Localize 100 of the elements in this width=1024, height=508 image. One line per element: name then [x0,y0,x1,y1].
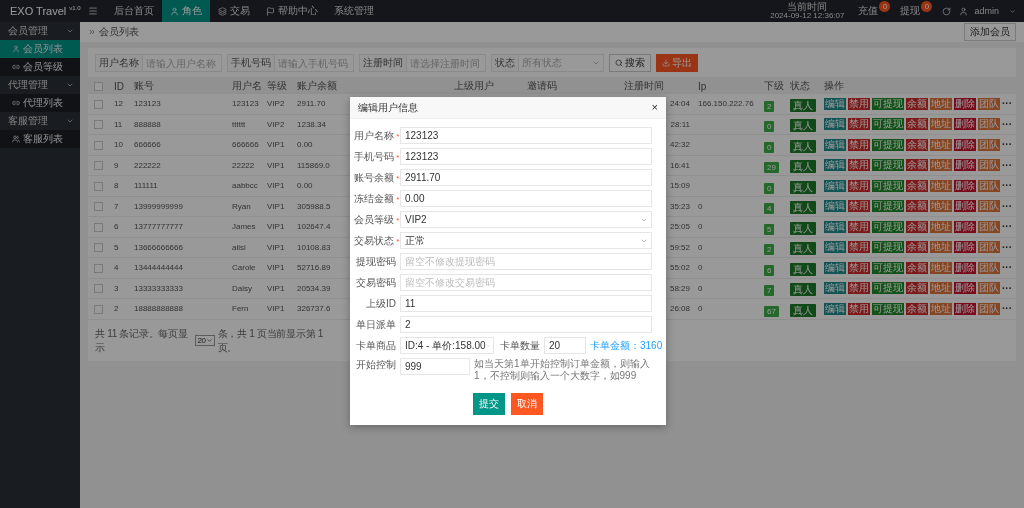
action-button[interactable]: 余额 [906,220,928,233]
action-button[interactable]: 编辑 [824,261,846,274]
action-button[interactable]: 团队 [978,200,1000,213]
action-button[interactable]: 禁用 [848,282,870,295]
action-button[interactable]: 团队 [978,118,1000,131]
action-button[interactable]: 禁用 [848,241,870,254]
action-button[interactable]: 可提现 [872,261,904,274]
action-button[interactable]: 编辑 [824,220,846,233]
action-button[interactable]: 地址 [930,282,952,295]
nav-tab[interactable]: 交易 [210,0,258,22]
action-button[interactable]: 编辑 [824,118,846,131]
more-link[interactable]: ··· [1002,98,1012,110]
action-button[interactable]: 编辑 [824,97,846,110]
action-button[interactable]: 可提现 [872,220,904,233]
more-link[interactable]: ··· [1002,282,1012,294]
action-button[interactable]: 删除 [954,282,976,295]
action-button[interactable]: 团队 [978,97,1000,110]
text-input[interactable]: 123123 [400,127,652,144]
submit-button[interactable]: 提交 [473,393,505,415]
more-link[interactable]: ··· [1002,262,1012,274]
action-button[interactable]: 团队 [978,179,1000,192]
checkbox[interactable] [94,181,103,191]
text-input[interactable]: 2 [400,316,652,333]
text-input[interactable]: 留空不修改交易密码 [400,274,652,291]
action-button[interactable]: 余额 [906,138,928,151]
close-button[interactable]: × [651,102,658,113]
action-button[interactable]: 可提现 [872,118,904,131]
action-button[interactable]: 禁用 [848,138,870,151]
checkbox[interactable] [94,284,103,294]
more-link[interactable]: ··· [1002,303,1012,315]
action-button[interactable]: 可提现 [872,159,904,172]
checkbox[interactable] [94,263,103,273]
checkbox[interactable] [94,202,103,212]
action-button[interactable]: 余额 [906,159,928,172]
action-button[interactable]: 编辑 [824,302,846,315]
action-button[interactable]: 删除 [954,179,976,192]
top-link[interactable]: 提现 [900,4,921,18]
text-input[interactable]: 留空不修改提现密码 [400,253,652,270]
nav-tab[interactable]: 系统管理 [326,0,382,22]
text-input[interactable]: 123123 [400,148,652,165]
action-button[interactable]: 删除 [954,220,976,233]
checkbox[interactable] [94,120,103,130]
action-button[interactable]: 删除 [954,138,976,151]
action-button[interactable]: 地址 [930,261,952,274]
action-button[interactable]: 余额 [906,241,928,254]
sidebar-group[interactable]: 代理管理 [0,76,80,94]
action-button[interactable]: 地址 [930,138,952,151]
action-button[interactable]: 删除 [954,261,976,274]
export-button[interactable]: 导出 [656,54,698,72]
action-button[interactable]: 可提现 [872,97,904,110]
action-button[interactable]: 地址 [930,220,952,233]
more-link[interactable]: ··· [1002,139,1012,151]
action-button[interactable]: 编辑 [824,200,846,213]
action-button[interactable]: 地址 [930,118,952,131]
action-button[interactable]: 团队 [978,159,1000,172]
action-button[interactable]: 团队 [978,138,1000,151]
action-button[interactable]: 可提现 [872,302,904,315]
action-button[interactable]: 团队 [978,220,1000,233]
action-button[interactable]: 地址 [930,159,952,172]
checkbox[interactable] [94,222,103,232]
text-input[interactable]: 20 [544,337,586,354]
text-input[interactable]: 999 [400,358,470,375]
text-input[interactable]: 11 [400,295,652,312]
action-button[interactable]: 余额 [906,179,928,192]
action-button[interactable]: 编辑 [824,282,846,295]
sidebar-item[interactable]: 会员等级 [0,58,80,76]
action-button[interactable]: 余额 [906,261,928,274]
action-button[interactable]: 禁用 [848,261,870,274]
page-size-select[interactable]: 20 [195,335,215,346]
action-button[interactable]: 禁用 [848,97,870,110]
checkbox[interactable] [94,99,103,109]
select-field[interactable]: ID:4 - 单价:158.00 [400,337,494,354]
action-button[interactable]: 可提现 [872,200,904,213]
text-input[interactable]: 0.00 [400,190,652,207]
more-link[interactable]: ··· [1002,118,1012,130]
action-button[interactable]: 编辑 [824,179,846,192]
cancel-button[interactable]: 取消 [511,393,543,415]
action-button[interactable]: 删除 [954,97,976,110]
action-button[interactable]: 删除 [954,118,976,131]
action-button[interactable]: 删除 [954,241,976,254]
action-button[interactable]: 团队 [978,282,1000,295]
action-button[interactable]: 删除 [954,159,976,172]
nav-tab[interactable]: 帮助中心 [258,0,326,22]
action-button[interactable]: 地址 [930,200,952,213]
action-button[interactable]: 团队 [978,302,1000,315]
menu-icon[interactable] [88,6,98,16]
action-button[interactable]: 编辑 [824,159,846,172]
nav-tab[interactable]: 后台首页 [106,0,162,22]
more-link[interactable]: ··· [1002,200,1012,212]
action-button[interactable]: 禁用 [848,200,870,213]
action-button[interactable]: 可提现 [872,241,904,254]
action-button[interactable]: 禁用 [848,159,870,172]
sidebar-group[interactable]: 客服管理 [0,112,80,130]
add-member-button[interactable]: 添加会员 [964,23,1016,41]
action-button[interactable]: 余额 [906,200,928,213]
sidebar-item[interactable]: 代理列表 [0,94,80,112]
action-button[interactable]: 编辑 [824,138,846,151]
select-field[interactable]: 正常 [400,232,652,249]
checkbox[interactable] [94,140,103,150]
action-button[interactable]: 团队 [978,241,1000,254]
